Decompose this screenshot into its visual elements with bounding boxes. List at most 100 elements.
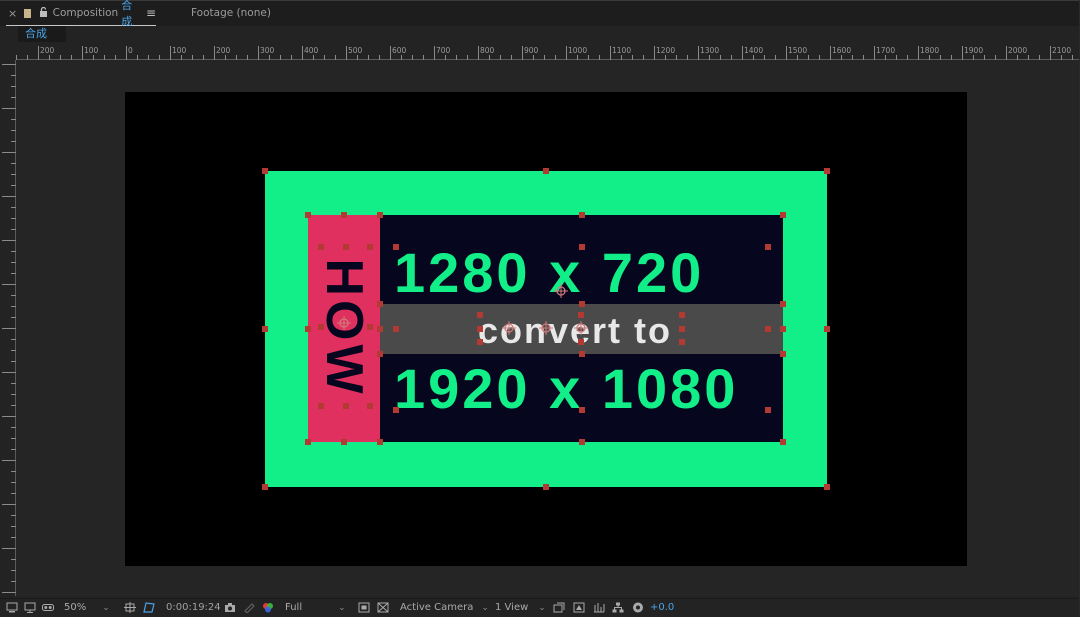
transform-handle[interactable]: [305, 439, 311, 445]
anchor-point-icon[interactable]: [337, 316, 351, 330]
mask-visibility-icon[interactable]: [143, 602, 155, 613]
transform-handle[interactable]: [342, 403, 349, 409]
transform-handle[interactable]: [679, 339, 685, 345]
reset-exposure-icon[interactable]: [632, 602, 644, 613]
transparency-grid-icon[interactable]: [377, 602, 389, 613]
ruler-label: 500: [348, 46, 363, 55]
ruler-label: 200: [40, 46, 55, 55]
close-icon[interactable]: ×: [8, 7, 17, 20]
timeline-icon[interactable]: [593, 602, 605, 613]
camera-view-dropdown[interactable]: Active Camera ⌄: [395, 600, 489, 616]
panel-menu-icon[interactable]: ≡: [146, 6, 156, 20]
transform-handle[interactable]: [262, 326, 268, 332]
transform-handle[interactable]: [579, 244, 585, 250]
transform-handle[interactable]: [318, 244, 324, 250]
transform-handle[interactable]: [824, 326, 830, 332]
transform-handle[interactable]: [477, 312, 483, 318]
transform-handle[interactable]: [780, 351, 786, 357]
always-preview-icon[interactable]: [6, 602, 18, 613]
transform-handle[interactable]: [318, 403, 324, 409]
transform-handle[interactable]: [367, 244, 373, 250]
transform-handle[interactable]: [780, 301, 786, 307]
ruler-origin[interactable]: [0, 44, 16, 60]
transform-handle[interactable]: [578, 439, 585, 445]
color-channels-icon[interactable]: [262, 602, 274, 613]
transform-handle[interactable]: [543, 168, 549, 174]
chevron-down-icon: ⌄: [481, 603, 489, 613]
current-time-display[interactable]: 0:00:19:24: [166, 600, 221, 616]
transform-handle[interactable]: [377, 439, 383, 445]
snapshot-camera-icon[interactable]: [224, 602, 236, 613]
lock-icon[interactable]: [39, 6, 48, 20]
transform-handle[interactable]: [578, 312, 584, 318]
transform-handle[interactable]: [367, 323, 373, 330]
transform-handle[interactable]: [393, 407, 399, 413]
transform-handle[interactable]: [824, 168, 830, 174]
transform-handle[interactable]: [578, 212, 585, 218]
monitor-icon[interactable]: [24, 602, 36, 613]
zoom-dropdown[interactable]: 50% ⌄: [60, 600, 118, 616]
anchor-point-icon[interactable]: [502, 321, 516, 335]
transform-handle[interactable]: [305, 325, 311, 332]
view-layout-value: 1 View: [495, 602, 529, 613]
transform-handle[interactable]: [341, 439, 347, 445]
transform-handle[interactable]: [262, 484, 268, 490]
transform-handle[interactable]: [780, 212, 786, 218]
chevron-down-icon: ⌄: [338, 603, 346, 613]
grid-options-icon[interactable]: [124, 602, 136, 613]
anchor-point-icon[interactable]: [554, 284, 568, 298]
view-layout-dropdown[interactable]: 1 View ⌄: [490, 600, 548, 616]
transform-handle[interactable]: [341, 212, 347, 218]
flowchart-icon[interactable]: [612, 602, 624, 613]
tab-footage[interactable]: Footage (none): [186, 1, 271, 25]
tab-composition[interactable]: × Composition 合成 ≡: [6, 0, 156, 28]
resolution-dropdown[interactable]: Full ⌄: [280, 600, 352, 616]
transform-handle[interactable]: [377, 326, 383, 332]
show-snapshot-icon[interactable]: [243, 602, 255, 613]
transform-handle[interactable]: [765, 407, 771, 413]
exposure-value[interactable]: +0.0: [650, 600, 674, 616]
ruler-label: 1800: [920, 46, 939, 55]
transform-handle[interactable]: [393, 325, 399, 332]
transform-handle[interactable]: [780, 439, 786, 445]
transform-handle[interactable]: [543, 484, 549, 490]
transform-handle[interactable]: [262, 168, 268, 174]
transform-handle[interactable]: [477, 339, 483, 345]
transform-handle[interactable]: [367, 403, 373, 409]
transform-handle[interactable]: [477, 325, 483, 332]
anchor-point-icon[interactable]: [574, 321, 588, 335]
transform-handle[interactable]: [579, 407, 585, 413]
source-resolution-text[interactable]: 1280 x 720: [394, 240, 704, 305]
ruler-label: 700: [436, 46, 451, 55]
ruler-label: 400: [304, 46, 319, 55]
chevron-down-icon: ⌄: [102, 603, 110, 613]
region-of-interest-icon[interactable]: [358, 602, 370, 613]
vertical-ruler[interactable]: [0, 60, 16, 596]
toggle-pixel-aspect-icon[interactable]: [553, 602, 565, 613]
transform-handle[interactable]: [679, 312, 685, 318]
horizontal-ruler[interactable]: 200 100 0 100 200 300 400 500 600 700 800 900 1000 11…: [0, 44, 1080, 60]
transform-handle[interactable]: [679, 325, 685, 332]
vr-goggles-icon[interactable]: [42, 602, 54, 613]
transform-handle[interactable]: [393, 244, 399, 250]
transform-handle[interactable]: [765, 244, 771, 250]
fast-previews-icon[interactable]: [573, 602, 585, 613]
anchor-point-icon[interactable]: [539, 321, 553, 335]
composition-navigator-item[interactable]: 合成: [18, 26, 66, 42]
zoom-value: 50%: [64, 602, 87, 613]
transform-handle[interactable]: [578, 301, 585, 307]
transform-handle[interactable]: [377, 351, 383, 357]
camera-view-value: Active Camera: [400, 602, 474, 613]
transform-handle[interactable]: [377, 301, 383, 307]
transform-handle[interactable]: [305, 212, 311, 218]
target-resolution-text[interactable]: 1920 x 1080: [394, 356, 738, 421]
transform-handle[interactable]: [578, 351, 585, 357]
transform-handle[interactable]: [578, 339, 584, 345]
transform-handle[interactable]: [780, 326, 786, 332]
transform-handle[interactable]: [377, 212, 383, 218]
transform-handle[interactable]: [318, 323, 324, 330]
transform-handle[interactable]: [765, 325, 771, 332]
transform-handle[interactable]: [342, 244, 349, 250]
ruler-label: 300: [260, 46, 275, 55]
transform-handle[interactable]: [824, 484, 830, 490]
